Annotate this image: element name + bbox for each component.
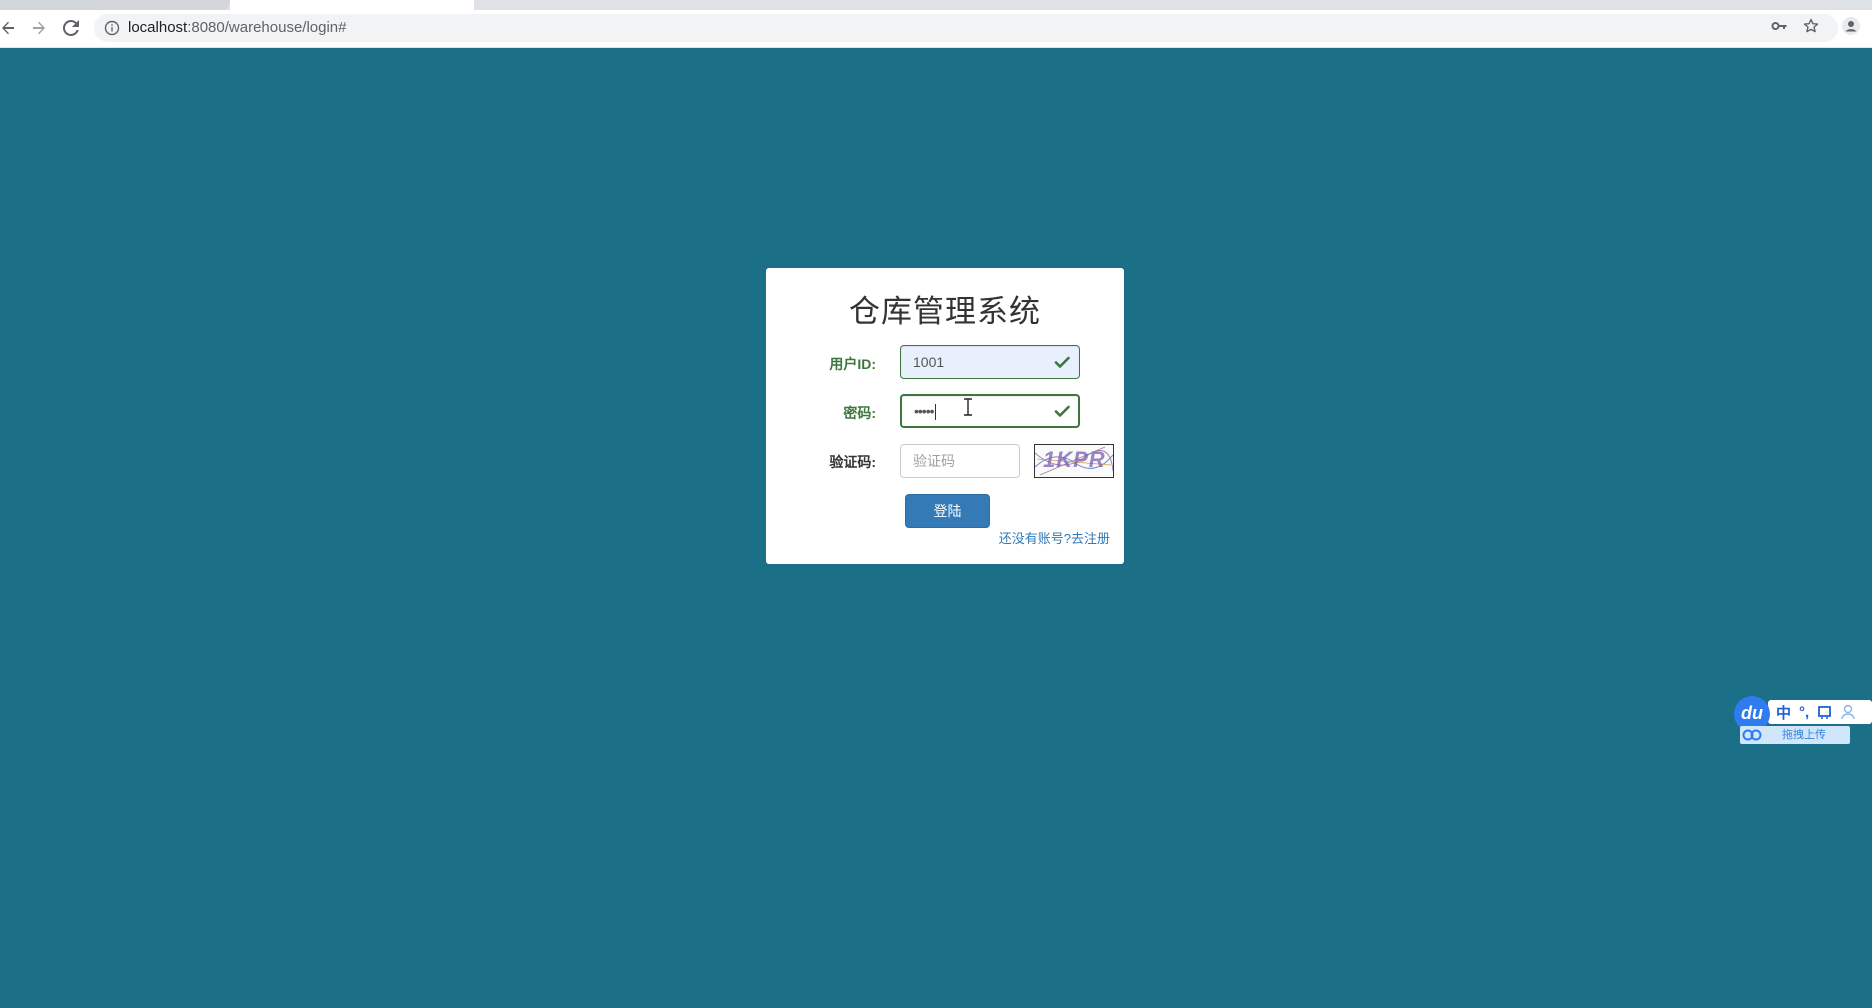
ime-user-icon[interactable] xyxy=(1841,704,1855,720)
browser-tab-inactive[interactable] xyxy=(0,0,230,10)
browser-tab-strip xyxy=(0,0,1872,10)
check-icon xyxy=(1054,405,1070,417)
text-caret xyxy=(934,404,936,421)
ime-mode-toggle[interactable]: 中 xyxy=(1776,702,1791,723)
password-key-button[interactable] xyxy=(1769,16,1789,36)
reload-icon xyxy=(63,20,79,36)
arrow-right-icon xyxy=(33,21,45,35)
ime-bar[interactable]: 中 °, xyxy=(1768,700,1872,724)
ime-toolbar[interactable]: 中 °, du 拖拽上传 xyxy=(1734,696,1872,746)
login-card: 仓库管理系统 用户ID: 1001 密码: ••••• 验证码: 验证码 1KP… xyxy=(766,268,1124,564)
browser-toolbar: localhost:8080/warehouse/login# xyxy=(0,10,1872,48)
reload-button[interactable] xyxy=(59,16,83,40)
url-host: localhost xyxy=(128,19,188,36)
arrow-left-icon xyxy=(2,21,14,35)
register-link[interactable]: 还没有账号?去注册 xyxy=(999,528,1110,547)
profile-button[interactable] xyxy=(1841,16,1861,36)
captcha-text: 1KPR xyxy=(1043,447,1106,472)
url-path: :8080/warehouse/login# xyxy=(187,19,347,36)
ime-punctuation-toggle[interactable]: °, xyxy=(1799,704,1809,721)
captcha-placeholder: 验证码 xyxy=(913,453,955,469)
address-bar[interactable]: localhost:8080/warehouse/login# xyxy=(94,14,1838,42)
star-icon xyxy=(1803,18,1819,33)
forward-button[interactable] xyxy=(27,16,51,40)
user-id-input[interactable]: 1001 xyxy=(900,345,1080,379)
user-id-label: 用户ID: xyxy=(829,356,876,372)
browser-tab-strip-empty xyxy=(474,0,1872,10)
password-input[interactable]: ••••• xyxy=(900,394,1080,428)
cloud-upload-icon xyxy=(1742,726,1764,742)
captcha-label: 验证码: xyxy=(829,454,876,470)
captcha-image[interactable]: 1KPR xyxy=(1034,444,1114,478)
user-id-value: 1001 xyxy=(913,354,945,370)
captcha-input[interactable]: 验证码 xyxy=(900,444,1020,478)
info-icon[interactable] xyxy=(104,20,120,36)
bookmark-button[interactable] xyxy=(1801,16,1821,36)
back-button[interactable] xyxy=(0,16,20,40)
page-title: 仓库管理系统 xyxy=(849,294,1041,329)
text-cursor-icon xyxy=(964,398,972,416)
key-icon xyxy=(1771,22,1787,30)
url-text[interactable]: localhost:8080/warehouse/login# xyxy=(128,20,347,36)
login-button[interactable]: 登陆 xyxy=(905,494,990,528)
browser-tab-active[interactable] xyxy=(230,0,474,10)
avatar-icon xyxy=(1842,17,1860,35)
password-label: 密码: xyxy=(843,405,876,421)
ime-keyboard-icon[interactable] xyxy=(1817,704,1833,720)
password-value: ••••• xyxy=(914,403,934,419)
check-icon xyxy=(1054,356,1070,368)
